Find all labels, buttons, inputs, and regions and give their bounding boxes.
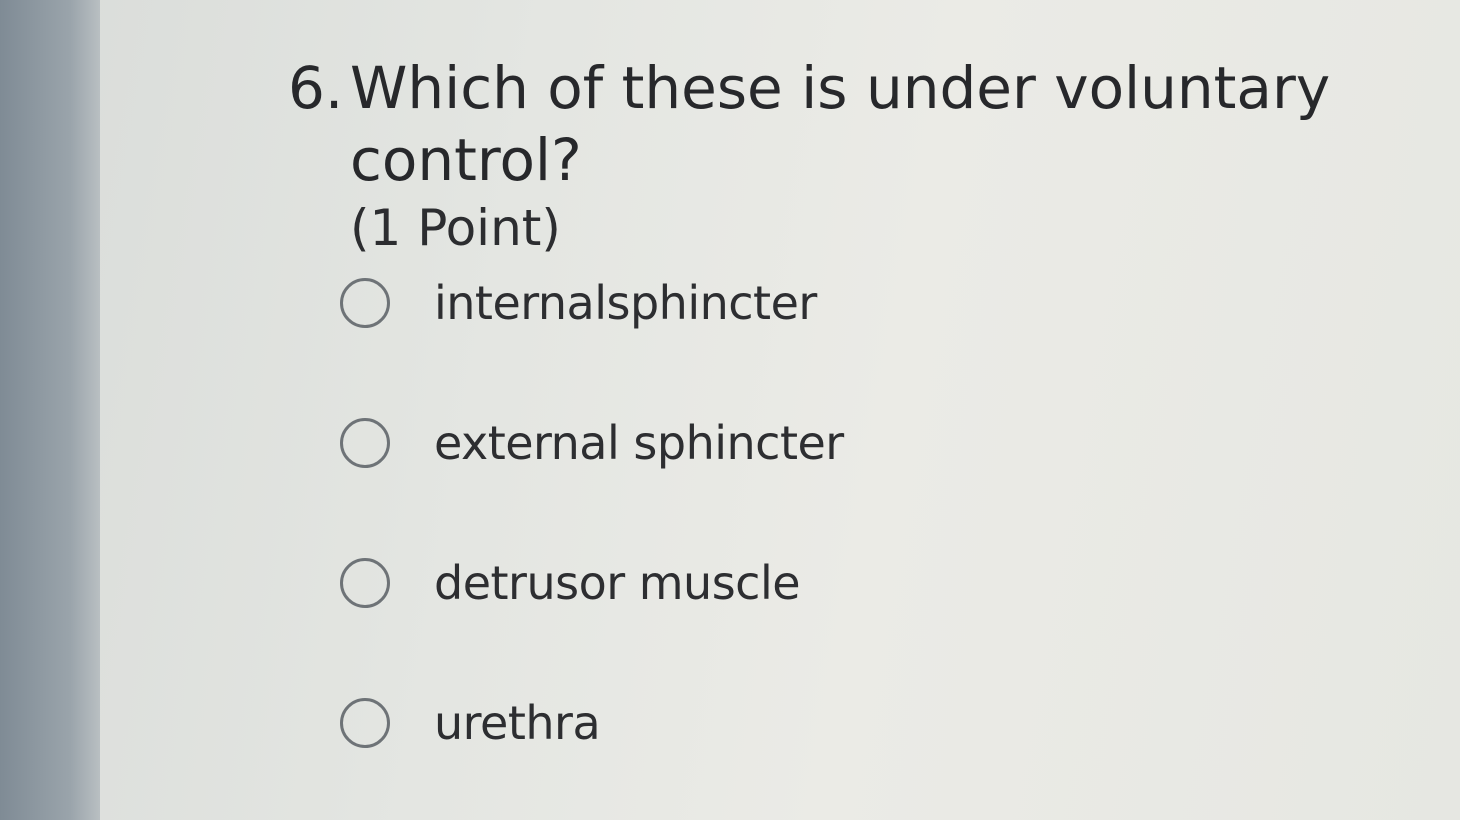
option-label: urethra (434, 696, 601, 750)
option-label: internalsphincter (434, 276, 817, 330)
option-urethra[interactable]: urethra (340, 682, 844, 764)
answer-options: internalsphincter external sphincter det… (340, 262, 844, 764)
question-points: (1 Point) (350, 199, 561, 257)
left-sidebar-edge (0, 0, 100, 820)
option-internal-sphincter[interactable]: internalsphincter (340, 262, 844, 344)
radio-button[interactable] (340, 278, 390, 328)
radio-button[interactable] (340, 558, 390, 608)
question-block: 6. Which of these is under voluntary con… (288, 52, 1448, 260)
question-text: Which of these is under voluntary contro… (350, 54, 1331, 194)
radio-button[interactable] (340, 418, 390, 468)
option-label: external sphincter (434, 416, 844, 470)
option-label: detrusor muscle (434, 556, 801, 610)
question-number: 6. (288, 54, 344, 122)
radio-button[interactable] (340, 698, 390, 748)
option-external-sphincter[interactable]: external sphincter (340, 402, 844, 484)
question-heading: 6. Which of these is under voluntary con… (288, 52, 1448, 196)
option-detrusor-muscle[interactable]: detrusor muscle (340, 542, 844, 624)
